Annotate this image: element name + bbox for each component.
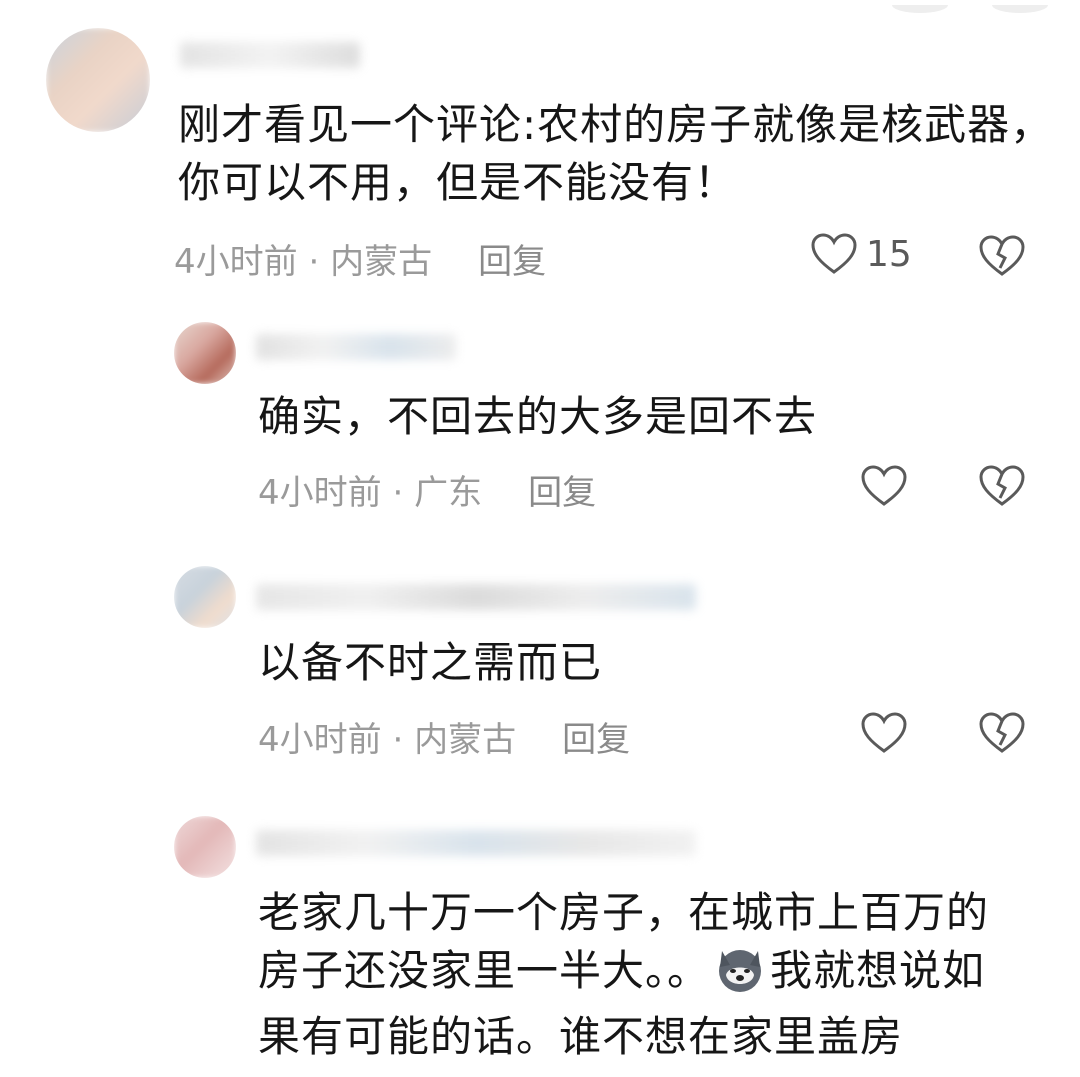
broken-heart-icon[interactable] xyxy=(978,464,1026,508)
comment-time: 4小时前 xyxy=(174,242,298,282)
meta-separator: · xyxy=(381,473,415,513)
comment-time: 4小时前 xyxy=(258,473,382,513)
comment-text-line: 老家几十万一个房子，在城市上百万的 xyxy=(258,888,990,937)
comment-text-line: 房子还没家里一半大。。 我就想说如 xyxy=(258,942,1048,1008)
comment-text: 确实，不回去的大多是回不去 xyxy=(258,388,1048,446)
meta-separator: · xyxy=(297,242,331,282)
comment-location: 内蒙古 xyxy=(330,242,433,282)
broken-heart-icon[interactable] xyxy=(978,234,1026,278)
comment-location: 内蒙古 xyxy=(414,720,517,760)
avatar[interactable] xyxy=(174,816,236,878)
comment-location: 广东 xyxy=(414,473,483,513)
username-blurred[interactable] xyxy=(256,830,696,856)
username-blurred[interactable] xyxy=(180,42,360,68)
like-count: 15 xyxy=(866,233,912,275)
username-blurred[interactable] xyxy=(256,334,456,360)
heart-outline-icon[interactable] xyxy=(860,464,908,508)
heart-outline-icon[interactable] xyxy=(860,711,908,755)
heart-outline-icon xyxy=(810,232,858,276)
comment-text: 老家几十万一个房子，在城市上百万的 房子还没家里一半大。。 我就想说如 果有可能… xyxy=(258,884,1048,1066)
comment-text: 刚才看见一个评论:农村的房子就像是核武器， 你可以不用，但是不能没有！ xyxy=(178,96,1058,212)
comment-text-line: 刚才看见一个评论:农村的房子就像是核武器， xyxy=(178,100,1054,149)
reply-button[interactable]: 回复 xyxy=(528,473,596,513)
husky-emoji-icon xyxy=(714,945,766,1008)
comment-meta: 4小时前 · 内蒙古 回复 xyxy=(174,234,546,283)
comment-text-line: 果有可能的话。谁不想在家里盖房 xyxy=(258,1012,904,1061)
comment-time: 4小时前 xyxy=(258,720,382,760)
like-button[interactable]: 15 xyxy=(810,232,912,276)
comment-text-segment: 我就想说如 xyxy=(770,946,986,995)
broken-heart-icon[interactable] xyxy=(978,711,1026,755)
reply-button[interactable]: 回复 xyxy=(562,720,630,760)
avatar[interactable] xyxy=(174,566,236,628)
meta-separator: · xyxy=(381,720,415,760)
comment-text-line: 以备不时之需而已 xyxy=(258,638,603,687)
comment-text-segment: 房子还没家里一半大。。 xyxy=(258,946,711,995)
comment-meta: 4小时前 · 广东 回复 xyxy=(258,465,596,514)
comment-text-line: 你可以不用，但是不能没有！ xyxy=(178,158,738,207)
comment-text-line: 确实，不回去的大多是回不去 xyxy=(258,392,818,441)
comment-text: 以备不时之需而已 xyxy=(258,634,1048,692)
comment-meta: 4小时前 · 内蒙古 回复 xyxy=(258,712,630,761)
avatar[interactable] xyxy=(174,322,236,384)
reply-button[interactable]: 回复 xyxy=(478,242,546,282)
top-edge-remnant xyxy=(890,0,1050,13)
username-blurred[interactable] xyxy=(256,584,696,610)
avatar[interactable] xyxy=(46,28,150,132)
